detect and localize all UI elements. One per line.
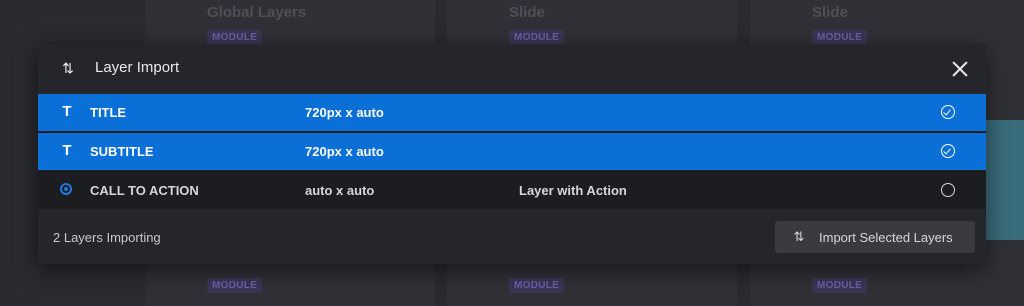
- modal-header: ⇅ Layer Import: [38, 44, 986, 94]
- layer-row-call-to-action[interactable]: CALL TO ACTION auto x auto Layer with Ac…: [38, 172, 986, 209]
- column-title: Global Layers: [207, 4, 307, 21]
- checked-circle-icon[interactable]: [941, 144, 955, 158]
- layer-import-modal: ⇅ Layer Import T TITLE 720px x auto T SU…: [38, 44, 986, 264]
- background-accent-panel: [986, 120, 1024, 240]
- radio-layer-icon: [60, 183, 72, 195]
- layer-name: CALL TO ACTION: [90, 183, 199, 198]
- layer-name: SUBTITLE: [90, 144, 154, 159]
- column-title: Slide: [509, 4, 545, 21]
- text-layer-icon: T: [62, 103, 72, 120]
- layer-row-subtitle[interactable]: T SUBTITLE 720px x auto: [38, 133, 986, 170]
- import-button-label: Import Selected Layers: [819, 230, 953, 245]
- layer-size: 720px x auto: [305, 105, 384, 120]
- layer-action: Layer with Action: [519, 183, 627, 198]
- layer-row-title[interactable]: T TITLE 720px x auto: [38, 94, 986, 131]
- layer-name: TITLE: [90, 105, 127, 120]
- module-badge: MODULE: [509, 30, 565, 45]
- close-icon[interactable]: [948, 57, 972, 81]
- import-arrows-icon: ⇅: [793, 229, 805, 244]
- import-arrows-icon: ⇅: [62, 60, 74, 76]
- module-badge: MODULE: [812, 278, 868, 293]
- text-layer-icon: T: [62, 142, 72, 159]
- layer-size: 720px x auto: [305, 144, 384, 159]
- layer-size: auto x auto: [305, 183, 375, 198]
- import-selected-layers-button[interactable]: ⇅ Import Selected Layers: [775, 221, 975, 253]
- module-badge: MODULE: [812, 30, 868, 45]
- unchecked-circle-icon[interactable]: [941, 183, 955, 197]
- modal-title: Layer Import: [95, 59, 180, 76]
- column-title: Slide: [812, 4, 848, 21]
- module-badge: MODULE: [207, 278, 263, 293]
- module-badge: MODULE: [509, 278, 565, 293]
- module-badge: MODULE: [207, 30, 263, 45]
- checked-circle-icon[interactable]: [941, 105, 955, 119]
- import-status: 2 Layers Importing: [53, 230, 161, 245]
